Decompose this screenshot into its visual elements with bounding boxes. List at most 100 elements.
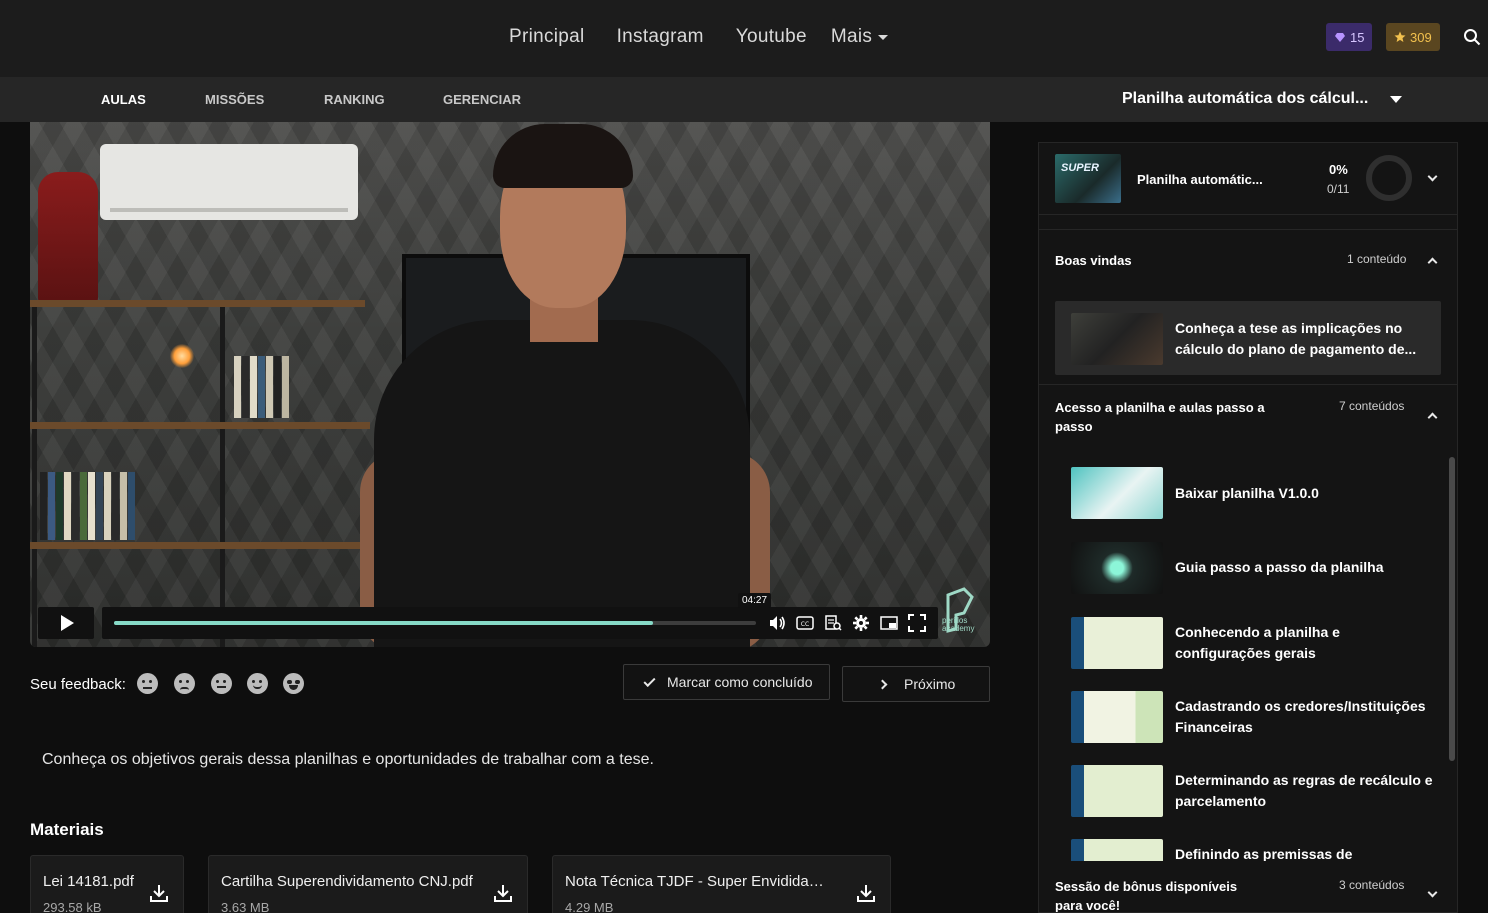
nav-link-instagram[interactable]: Instagram: [617, 26, 704, 48]
download-icon[interactable]: [148, 882, 170, 904]
course-percent: 0%: [1329, 162, 1348, 177]
lesson-item[interactable]: Guia passo a passo da planilha: [1055, 530, 1441, 604]
lesson-item[interactable]: Determinando as regras de recálculo e pa…: [1055, 753, 1441, 827]
course-progress-card[interactable]: Planilha automátic... 0% 0/11: [1039, 143, 1457, 215]
feedback-angry-icon[interactable]: [137, 673, 158, 694]
course-thumbnail: [1055, 154, 1121, 203]
material-card[interactable]: Nota Técnica TJDF - Super Envididam... 4…: [552, 855, 891, 913]
video-scene-shelf: [30, 422, 370, 429]
next-lesson-button[interactable]: Próximo: [842, 666, 990, 702]
volume-icon[interactable]: [768, 614, 786, 632]
video-scene-shelf: [30, 542, 370, 549]
lesson-title: Conhecendo a planilha e configurações ge…: [1175, 624, 1340, 661]
tab-missoes[interactable]: MISSÕES: [205, 92, 264, 107]
video-scene-books: [234, 356, 289, 418]
video-scene-shelf: [30, 300, 365, 307]
nav-link-youtube[interactable]: Youtube: [736, 26, 807, 48]
material-size: 293.58 kB: [43, 900, 102, 913]
lesson-description: Conheça os objetivos gerais dessa planil…: [42, 751, 654, 768]
progress-ring: [1366, 155, 1412, 201]
play-button[interactable]: [38, 607, 94, 639]
lesson-item[interactable]: Cadastrando os credores/Instituições Fin…: [1055, 679, 1441, 753]
fullscreen-icon[interactable]: [908, 614, 926, 632]
lesson-item-active[interactable]: Conheça a tese as implicações no cálculo…: [1055, 301, 1441, 375]
settings-gear-icon[interactable]: [852, 614, 870, 632]
video-scene-shelf-post: [220, 300, 225, 647]
time-tooltip: 04:27: [738, 593, 772, 608]
lesson-thumbnail: [1071, 839, 1163, 861]
progress-bar[interactable]: [114, 621, 756, 625]
material-card[interactable]: Lei 14181.pdf 293.58 kB: [30, 855, 184, 913]
feedback-happy-icon[interactable]: [247, 673, 268, 694]
brand-text-line: academy: [942, 624, 975, 633]
lesson-item[interactable]: Baixar planilha V1.0.0: [1055, 455, 1441, 529]
module-count: 1 conteúdo: [1347, 252, 1407, 266]
material-size: 4.29 MB: [565, 900, 614, 913]
video-person-body: [374, 320, 750, 647]
star-badge[interactable]: 309: [1386, 23, 1440, 51]
search-icon[interactable]: [1463, 28, 1481, 46]
nav-link-principal[interactable]: Principal: [509, 26, 585, 48]
tab-gerenciar[interactable]: GERENCIAR: [443, 92, 521, 107]
lesson-thumbnail: [1071, 542, 1163, 594]
course-name: Planilha automátic...: [1137, 172, 1263, 187]
course-selector[interactable]: Planilha automática dos cálcul...: [1122, 90, 1403, 108]
tab-aulas[interactable]: AULAS: [101, 92, 146, 107]
lesson-title: Determinando as regras de recálculo e pa…: [1175, 772, 1433, 809]
module-count: 3 conteúdos: [1339, 878, 1405, 892]
gem-icon: [1335, 32, 1345, 42]
captions-icon[interactable]: CC: [796, 614, 814, 632]
picture-in-picture-icon[interactable]: [880, 614, 898, 632]
feedback-love-icon[interactable]: [283, 673, 304, 694]
mark-complete-button[interactable]: Marcar como concluído: [623, 664, 830, 700]
chevron-right-icon: [877, 679, 888, 689]
nav-more-dropdown[interactable]: Mais: [831, 26, 889, 48]
chevron-up-icon: [1427, 412, 1438, 423]
lesson-title: Conheça a tese as implicações no cálculo…: [1175, 320, 1417, 357]
module-count: 7 conteúdos: [1339, 399, 1405, 413]
lesson-item[interactable]: Definindo as premissas de: [1055, 827, 1441, 861]
chevron-down-icon: [1427, 887, 1438, 898]
module-header-acesso[interactable]: Acesso a planilha e aulas passo a passo …: [1039, 384, 1457, 444]
feedback-sad-icon[interactable]: [174, 673, 195, 694]
check-icon: [643, 674, 656, 687]
feedback-neutral-icon[interactable]: [211, 673, 232, 694]
material-name: Lei 14181.pdf: [43, 873, 134, 890]
chevron-up-icon: [1427, 257, 1438, 268]
lesson-thumbnail: [1071, 313, 1163, 365]
lesson-thumbnail: [1071, 617, 1163, 669]
materials-title: Materiais: [30, 820, 104, 839]
video-scene-lamp: [170, 344, 194, 368]
mark-complete-label: Marcar como concluído: [667, 674, 813, 690]
video-controls: 04:27 CC perillos academy: [30, 587, 990, 641]
video-scene-books: [40, 472, 135, 540]
star-count: 309: [1410, 29, 1432, 45]
gem-badge[interactable]: 15: [1326, 23, 1373, 51]
video-scene-figure: [38, 172, 98, 304]
lesson-item[interactable]: Conhecendo a planilha e configurações ge…: [1055, 605, 1441, 679]
svg-text:CC: CC: [801, 621, 809, 628]
video-player[interactable]: 04:27 CC perillos academy: [30, 122, 990, 647]
course-tabs-bar: AULAS MISSÕES RANKING GERENCIAR Planilha…: [0, 77, 1488, 122]
next-lesson-label: Próximo: [904, 676, 956, 692]
module-title: Boas vindas: [1055, 253, 1132, 268]
lesson-thumbnail: [1071, 467, 1163, 519]
chevron-down-icon[interactable]: [1427, 171, 1438, 182]
tab-ranking[interactable]: RANKING: [324, 92, 385, 107]
material-size: 3.63 MB: [221, 900, 270, 913]
download-icon[interactable]: [855, 882, 877, 904]
chevron-down-icon: [878, 34, 889, 40]
module-header-boas-vindas[interactable]: Boas vindas 1 conteúdo: [1039, 229, 1457, 299]
download-icon[interactable]: [492, 882, 514, 904]
sidebar-scrollbar[interactable]: [1449, 457, 1455, 761]
module-header-bonus[interactable]: Sessão de bônus disponíveis para você! 3…: [1039, 863, 1457, 912]
video-person-hair: [493, 124, 633, 188]
lesson-title: Baixar planilha V1.0.0: [1175, 485, 1319, 501]
transcript-icon[interactable]: [824, 614, 842, 632]
course-lesson-count: 0/11: [1327, 182, 1350, 196]
video-scene-shelf-post: [32, 300, 37, 647]
course-sidebar: Planilha automátic... 0% 0/11 Boas vinda…: [1038, 142, 1458, 913]
material-card[interactable]: Cartilha Superendividamento CNJ.pdf 3.63…: [208, 855, 528, 913]
lesson-thumbnail: [1071, 691, 1163, 743]
gem-count: 15: [1350, 29, 1365, 45]
